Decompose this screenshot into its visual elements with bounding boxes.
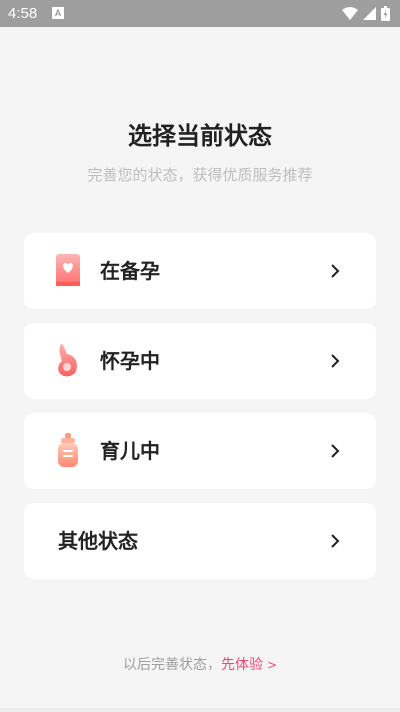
bottom-divider	[0, 708, 400, 712]
status-icons	[342, 4, 390, 23]
try-first-link[interactable]: 先体验	[221, 657, 263, 673]
status-bar: 4:58 A	[0, 0, 400, 27]
option-pregnant[interactable]: 怀孕中	[24, 323, 376, 399]
chevron-right-icon	[331, 354, 340, 368]
chevron-right-icon	[331, 444, 340, 458]
battery-icon	[381, 6, 390, 21]
option-label: 育儿中	[100, 439, 160, 463]
option-parenting[interactable]: 育儿中	[24, 413, 376, 489]
option-preparing-pregnancy[interactable]: 在备孕	[24, 233, 376, 309]
page-subtitle: 完善您的状态，获得优质服务推荐	[87, 166, 313, 184]
option-label: 怀孕中	[100, 349, 160, 373]
pregnant-belly-icon	[58, 344, 77, 377]
option-label: 在备孕	[100, 259, 160, 283]
footer-arrow-icon[interactable]: >	[267, 658, 277, 672]
signal-icon	[363, 7, 376, 20]
notification-icon: A	[52, 7, 64, 19]
page-title: 选择当前状态	[128, 122, 272, 150]
footer: 以后完善状态，先体验 >	[0, 655, 400, 675]
footer-text: 以后完善状态，	[122, 657, 221, 673]
baby-bottle-icon	[58, 433, 78, 467]
status-time: 4:58	[8, 5, 38, 22]
chevron-right-icon	[331, 534, 340, 548]
pregnancy-prep-book-icon	[56, 254, 80, 286]
wifi-icon	[342, 7, 358, 20]
option-other-status[interactable]: 其他状态	[24, 503, 376, 579]
option-label: 其他状态	[58, 529, 138, 553]
chevron-right-icon	[331, 264, 340, 278]
